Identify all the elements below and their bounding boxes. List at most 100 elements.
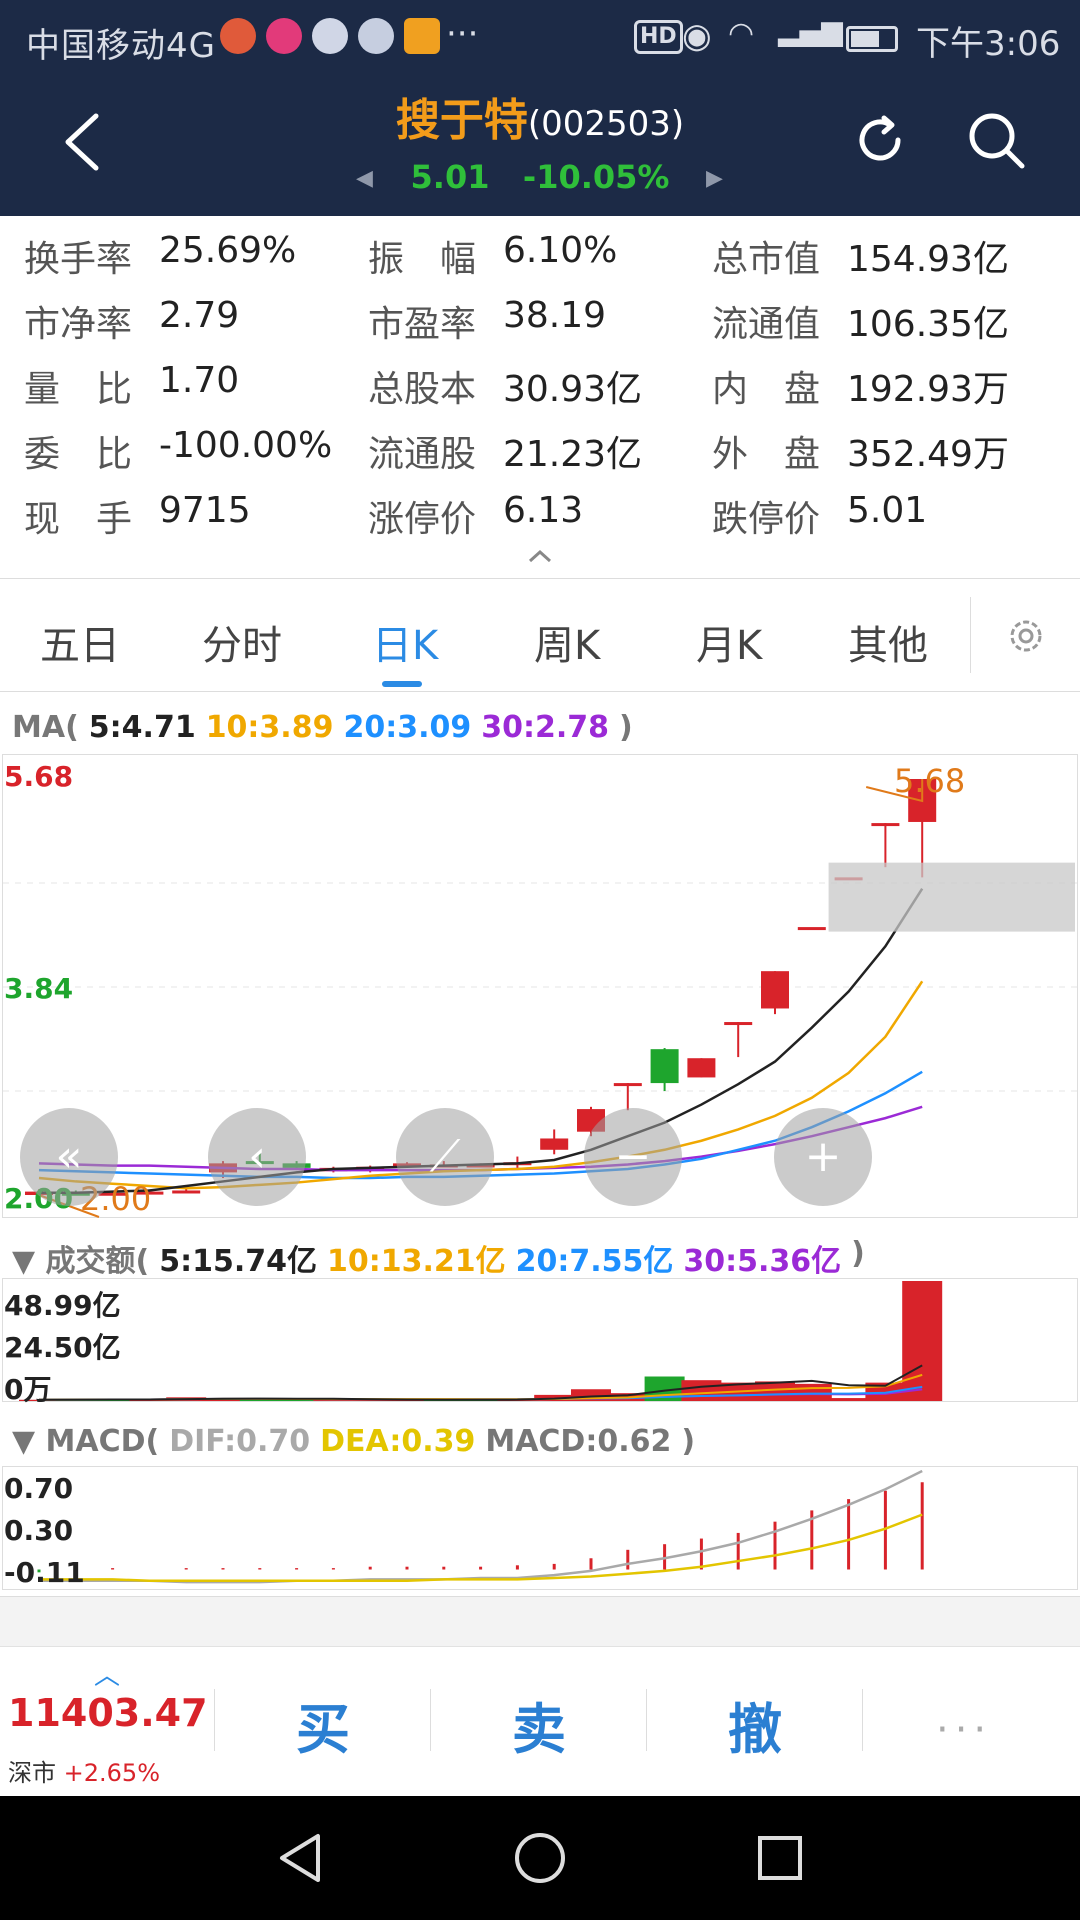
price-axis-mid: 3.84 <box>4 972 74 1005</box>
cancel-order-button[interactable]: 撤 <box>728 1685 782 1764</box>
volume-legend-prefix: ▼ 成交额( <box>12 1244 150 1279</box>
step-left-button[interactable]: ‹ <box>208 1108 306 1206</box>
search-icon[interactable] <box>966 110 1026 170</box>
candle-body <box>724 1022 753 1026</box>
candle-body <box>172 1190 201 1194</box>
dea-value: DEA:0.39 <box>320 1424 476 1459</box>
dif-value: DIF:0.70 <box>169 1424 311 1459</box>
volume-axis-top: 48.99亿 <box>4 1289 121 1322</box>
collapse-info-icon[interactable] <box>526 548 554 564</box>
price-highlight-band <box>828 862 1075 932</box>
eye-comfort-icon: ◉ <box>682 16 712 56</box>
settings-gear-icon[interactable] <box>1004 614 1048 658</box>
volume-chart[interactable] <box>2 1278 1078 1402</box>
candle-body <box>871 823 900 827</box>
volume-legend-suffix: ) <box>851 1236 865 1271</box>
app-notification-icon <box>220 18 256 54</box>
info-cell: 量 比 1.70 <box>24 360 240 410</box>
status-bar: 中国移动4G ··· HD ◉ ◠ ▂▄▆ 下午3:06 <box>0 0 1080 76</box>
macd-legend-prefix: ▼ MACD( <box>12 1424 160 1459</box>
more-notifications-icon: ··· <box>446 14 479 54</box>
info-cell: 现 手 9715 <box>24 490 251 540</box>
info-cell: 总市值 154.93亿 <box>712 239 1009 280</box>
index-name: 深市 +2.65% <box>8 1753 160 1788</box>
index-change: +2.65% <box>63 1759 160 1787</box>
info-cell: 换手率 25.69% <box>24 230 297 280</box>
period-tabs: 五日 分时 日K 周K 月K 其他 <box>0 578 1080 692</box>
ma5-value: 5:4.71 <box>88 710 196 745</box>
tab-other[interactable]: 其他 <box>848 613 928 671</box>
nav-home-icon[interactable] <box>510 1828 570 1888</box>
vol5-value: 5:15.74亿 <box>159 1244 317 1279</box>
info-cell: 流通值 106.35亿 <box>712 304 1009 345</box>
wifi-icon: ◠ <box>728 16 755 51</box>
info-cell: 内 盘 192.93万 <box>712 369 1009 410</box>
tab-weekly-k[interactable]: 周K <box>534 613 600 671</box>
macd-legend[interactable]: ▼ MACD( DIF:0.70 DEA:0.39 MACD:0.62 ) <box>12 1424 695 1459</box>
high-price-marker: 5.68 <box>894 762 966 800</box>
macd-chart[interactable] <box>2 1466 1078 1590</box>
tab-five-day[interactable]: 五日 <box>40 613 120 671</box>
system-nav-bar <box>0 1796 1080 1920</box>
tab-divider <box>970 597 971 673</box>
expand-index-icon[interactable]: ︿ <box>94 1655 120 1692</box>
nav-back-icon[interactable] <box>272 1828 332 1888</box>
index-value[interactable]: 11403.47 <box>8 1691 208 1735</box>
index-market-label: 深市 <box>8 1759 56 1787</box>
next-stock-arrow-icon[interactable]: ▶ <box>706 166 723 191</box>
info-cell: 涨停价 6.13 <box>368 490 584 540</box>
refresh-icon[interactable] <box>850 110 910 170</box>
app-header: 中国移动4G ··· HD ◉ ◠ ▂▄▆ 下午3:06 搜于特(002503)… <box>0 0 1080 216</box>
stock-code: (002503) <box>527 104 685 144</box>
macd-axis-bottom: -0.11 <box>4 1556 85 1589</box>
trade-divider <box>862 1689 863 1751</box>
info-cell: 外 盘 352.49万 <box>712 434 1009 475</box>
dea-line <box>39 1513 923 1583</box>
info-cell: 市净率 2.79 <box>24 295 240 345</box>
clock: 下午3:06 <box>916 24 1061 64</box>
nav-recents-icon[interactable] <box>750 1828 810 1888</box>
volume-legend[interactable]: ▼ 成交额( 5:15.74亿 10:13.21亿 20:7.55亿 30:5.… <box>12 1236 865 1280</box>
candle-body <box>761 971 789 1009</box>
tab-intraday[interactable]: 分时 <box>202 613 282 671</box>
kline-chart[interactable] <box>2 754 1079 1218</box>
prev-stock-arrow-icon[interactable]: ◀ <box>356 166 373 191</box>
volume-bar <box>828 1398 869 1401</box>
scroll-left-button[interactable]: « <box>20 1108 118 1206</box>
player-app-icon <box>404 18 440 54</box>
volume-axis-bottom: 0万 <box>4 1373 52 1406</box>
stock-name: 搜于特 <box>395 95 528 146</box>
volume-bar <box>681 1380 722 1401</box>
dif-line <box>39 1469 923 1584</box>
volume-bar <box>791 1383 832 1401</box>
info-cell: 委 比 -100.00% <box>24 425 333 475</box>
vol10-value: 10:13.21亿 <box>327 1244 506 1279</box>
info-cell: 市盈率 38.19 <box>368 295 607 345</box>
more-options-button[interactable]: ··· <box>936 1707 992 1753</box>
stock-quote: ◀ 5.01 -10.05% ▶ <box>0 158 1080 196</box>
zoom-in-button[interactable]: + <box>774 1108 872 1206</box>
draw-line-button[interactable]: ⟋ <box>396 1108 494 1206</box>
stock-price: 5.01 <box>410 158 490 196</box>
ma30-value: 30:2.78 <box>481 710 609 745</box>
macd-axis-top: 0.70 <box>4 1472 74 1505</box>
trade-bar: ︿ 11403.47 深市 +2.65% 买 卖 撤 ··· <box>0 1646 1080 1796</box>
ma-legend-suffix: ) <box>618 710 633 745</box>
candle-body <box>613 1083 642 1087</box>
tab-daily-k[interactable]: 日K <box>372 613 438 671</box>
candle-body <box>797 927 826 931</box>
stock-detail-screen: 中国移动4G ··· HD ◉ ◠ ▂▄▆ 下午3:06 搜于特(002503)… <box>0 0 1080 1920</box>
ma-legend-prefix: MA( <box>12 710 79 745</box>
candle-body <box>650 1049 679 1084</box>
tab-monthly-k[interactable]: 月K <box>696 613 762 671</box>
video-app-icon <box>266 18 302 54</box>
sell-button[interactable]: 卖 <box>512 1685 566 1764</box>
buy-button[interactable]: 买 <box>296 1685 350 1764</box>
baidu-app-icon <box>312 18 348 54</box>
vol20-value: 20:7.55亿 <box>515 1244 674 1279</box>
stock-change: -10.05% <box>522 158 670 196</box>
macd-axis-mid: 0.30 <box>4 1514 74 1547</box>
zoom-out-button[interactable]: − <box>584 1108 682 1206</box>
info-cell: 流通股 21.23亿 <box>368 434 643 475</box>
trade-divider <box>430 1689 431 1751</box>
